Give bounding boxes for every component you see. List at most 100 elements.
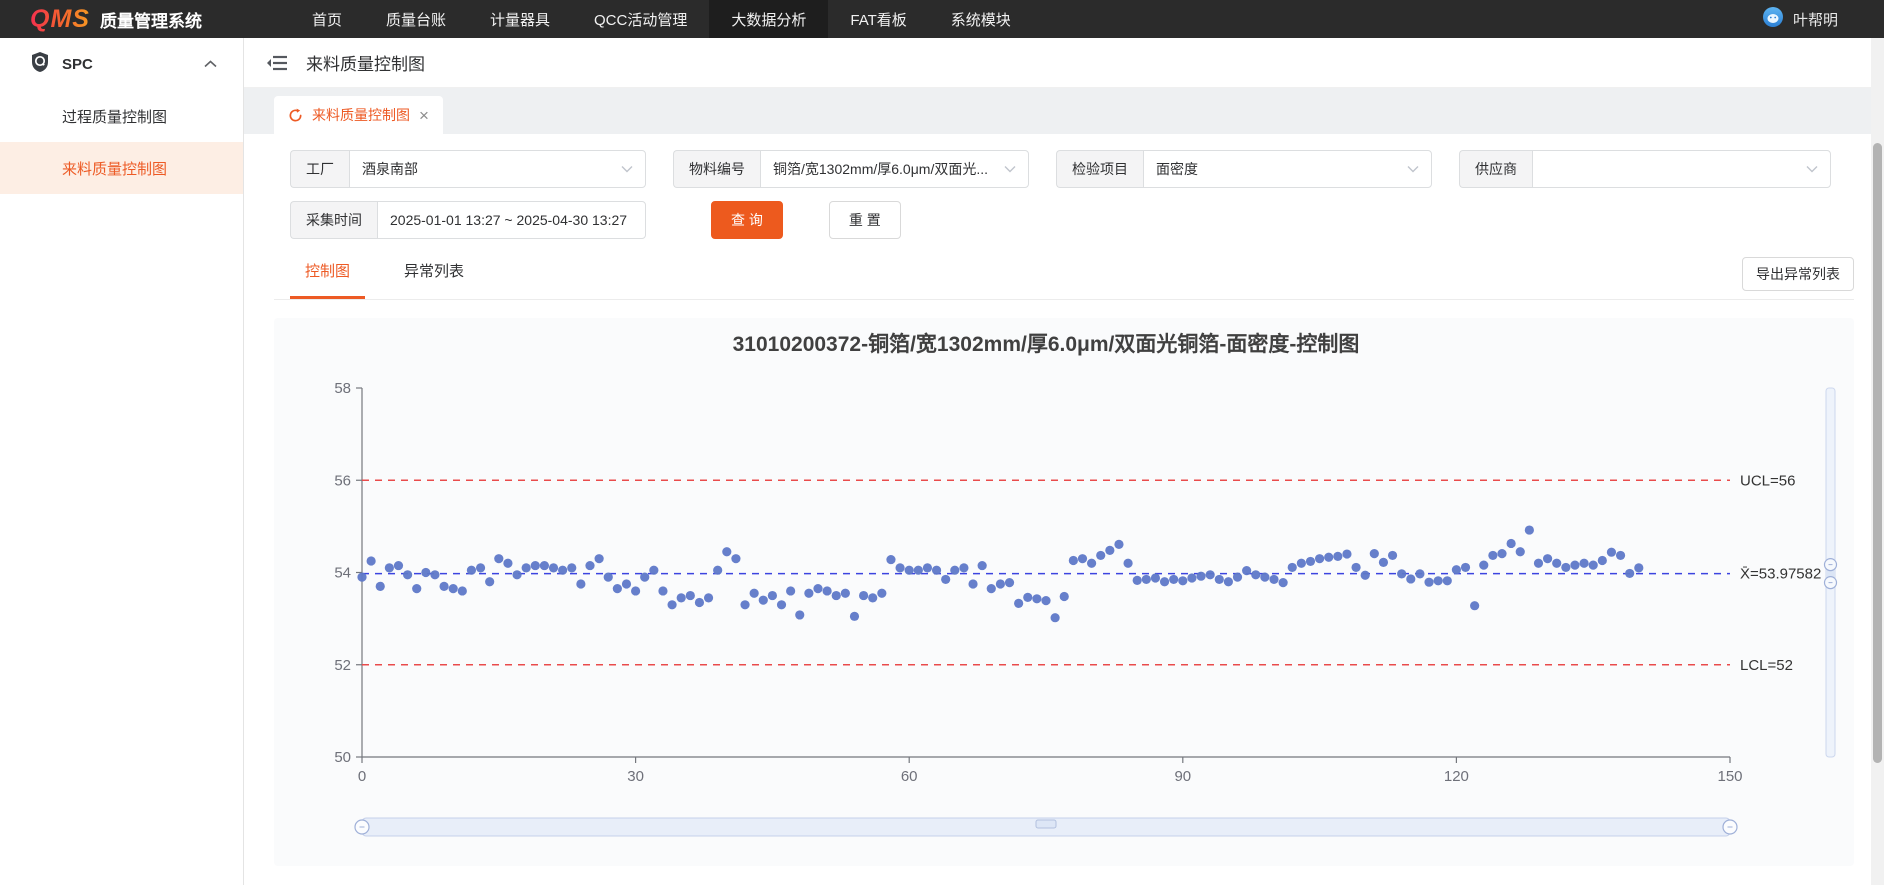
nav-item-0[interactable]: 首页 (290, 0, 364, 38)
data-point (1598, 556, 1607, 565)
scrollbar-thumb[interactable] (1873, 143, 1882, 763)
date-range-input[interactable]: 2025-01-01 13:27 ~ 2025-04-30 13:27 (377, 201, 646, 239)
data-point (1032, 594, 1041, 603)
data-point (449, 584, 458, 593)
data-point (1196, 572, 1205, 581)
data-point (1324, 553, 1333, 562)
datazoom-horizontal-grip[interactable] (1036, 820, 1056, 828)
data-point (868, 593, 877, 602)
data-point (357, 573, 366, 582)
data-point (1634, 563, 1643, 572)
reset-button[interactable]: 重 置 (829, 201, 901, 239)
data-point (476, 563, 485, 572)
inspection-value[interactable]: 面密度 (1143, 150, 1432, 188)
search-button[interactable]: 查 询 (711, 201, 783, 239)
data-point (713, 566, 722, 575)
date-range-label: 采集时间 (290, 201, 377, 239)
data-point (1151, 573, 1160, 582)
data-point (595, 554, 604, 563)
data-point (485, 577, 494, 586)
data-point (1370, 549, 1379, 558)
data-point (394, 561, 403, 570)
data-point (1142, 575, 1151, 584)
data-point (549, 563, 558, 572)
filter-area: 工厂 酒泉南部 物料编号 铜箔/宽1302mm/厚6.0μm/双面光... (274, 148, 1854, 239)
chart-tab-1[interactable]: 异常列表 (389, 260, 479, 299)
factory-label: 工厂 (290, 150, 349, 188)
material-value-text: 铜箔/宽1302mm/厚6.0μm/双面光... (773, 159, 988, 179)
data-point (859, 591, 868, 600)
data-point (1288, 563, 1297, 572)
data-point (731, 554, 740, 563)
content: 工厂 酒泉南部 物料编号 铜箔/宽1302mm/厚6.0μm/双面光... (244, 134, 1884, 866)
route-tab[interactable]: 来料质量控制图 × (274, 96, 443, 134)
export-abnormal-button[interactable]: 导出异常列表 (1742, 257, 1854, 291)
chevron-down-icon (621, 165, 633, 173)
data-point (412, 584, 421, 593)
nav-item-2[interactable]: 计量器具 (468, 0, 572, 38)
control-line-label-UCL: UCL=56 (1740, 472, 1795, 489)
y-tick-label: 54 (334, 565, 351, 582)
material-value[interactable]: 铜箔/宽1302mm/厚6.0μm/双面光... (760, 150, 1029, 188)
data-point (1123, 559, 1132, 568)
data-point (850, 612, 859, 621)
data-point (385, 563, 394, 572)
x-tick-label: 60 (901, 768, 918, 785)
data-point (686, 591, 695, 600)
data-point (1297, 559, 1306, 568)
data-point (1096, 551, 1105, 560)
data-point (421, 568, 430, 577)
data-point (722, 547, 731, 556)
data-point (558, 566, 567, 575)
data-point (658, 586, 667, 595)
qms-logo: QMS (30, 5, 90, 34)
data-point (932, 566, 941, 575)
data-point (1516, 547, 1525, 556)
chart-tabs: 控制图异常列表 导出异常列表 (274, 252, 1854, 300)
chart-tab-0[interactable]: 控制图 (290, 260, 365, 299)
nav-item-1[interactable]: 质量台账 (364, 0, 468, 38)
page-title: 来料质量控制图 (306, 50, 425, 75)
data-point (1342, 549, 1351, 558)
user-menu[interactable]: 叶帮明 (1762, 6, 1884, 33)
supplier-value[interactable] (1532, 150, 1831, 188)
inspection-select: 检验项目 面密度 (1056, 150, 1432, 188)
data-point (1424, 578, 1433, 587)
user-name: 叶帮明 (1793, 9, 1838, 30)
nav-item-5[interactable]: FAT看板 (828, 0, 928, 38)
data-point (1461, 563, 1470, 572)
data-point (1023, 593, 1032, 602)
sidebar-item-1[interactable]: 来料质量控制图 (0, 142, 243, 194)
nav-item-3[interactable]: QCC活动管理 (572, 0, 709, 38)
data-point (467, 566, 476, 575)
factory-select: 工厂 酒泉南部 (290, 150, 646, 188)
data-point (968, 579, 977, 588)
data-point (1434, 576, 1443, 585)
data-point (695, 598, 704, 607)
nav-item-4[interactable]: 大数据分析 (709, 0, 828, 38)
close-icon[interactable]: × (419, 107, 429, 124)
window-scrollbar[interactable] (1871, 38, 1884, 885)
route-tab-label: 来料质量控制图 (312, 105, 410, 125)
data-point (531, 561, 540, 570)
collapse-sidebar-icon[interactable] (266, 54, 288, 72)
top-nav-items: 首页质量台账计量器具QCC活动管理大数据分析FAT看板系统模块 (290, 0, 1033, 38)
data-point (823, 586, 832, 595)
data-point (941, 575, 950, 584)
factory-value-text: 酒泉南部 (362, 159, 418, 179)
sidebar-item-0[interactable]: 过程质量控制图 (0, 90, 243, 142)
shield-icon (30, 51, 50, 78)
data-point (576, 579, 585, 588)
nav-item-6[interactable]: 系统模块 (929, 0, 1033, 38)
refresh-icon[interactable] (288, 108, 303, 123)
route-tabstrip: 来料质量控制图 × (244, 88, 1884, 134)
data-point (1361, 571, 1370, 580)
factory-value[interactable]: 酒泉南部 (349, 150, 646, 188)
data-point (1616, 551, 1625, 560)
data-point (458, 586, 467, 595)
data-point (1534, 559, 1543, 568)
data-point (1160, 577, 1169, 586)
material-label: 物料编号 (673, 150, 760, 188)
y-tick-label: 50 (334, 749, 351, 766)
sidebar-group-spc[interactable]: SPC (0, 38, 243, 90)
